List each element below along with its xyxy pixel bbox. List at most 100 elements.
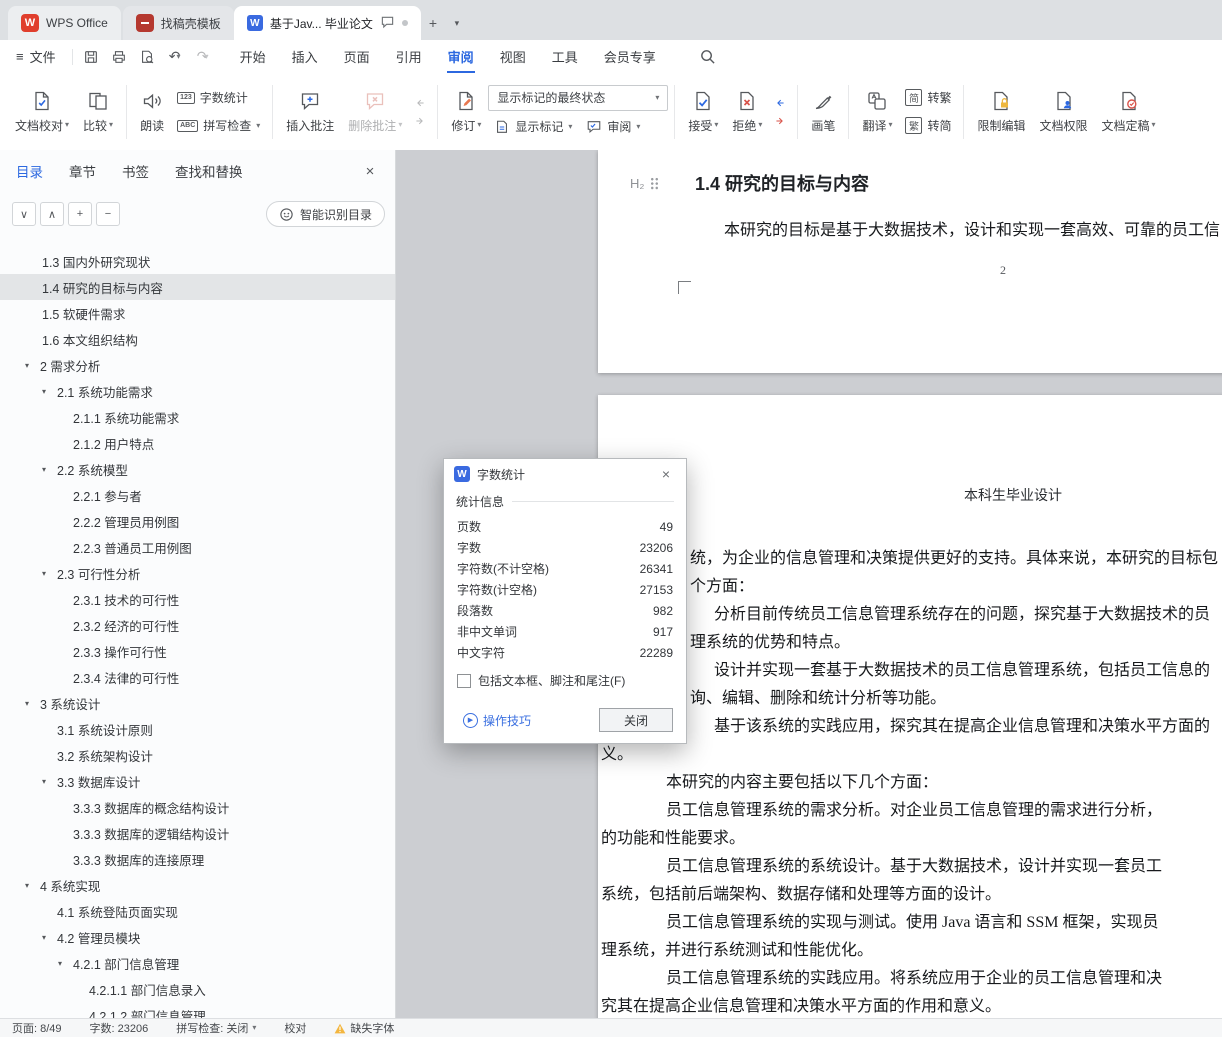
toc-item[interactable]: ▾ 2.3 可行性分析 xyxy=(0,560,395,586)
expand-all-button[interactable]: ∨ xyxy=(12,202,36,226)
toc-item[interactable]: ▾ 3.3 数据库设计 xyxy=(0,768,395,794)
status-proofread[interactable]: 校对 xyxy=(284,1020,306,1036)
print-button[interactable] xyxy=(105,45,133,69)
sidebar-tab-2[interactable]: 书签 xyxy=(122,161,149,181)
word-count-button[interactable]: 123 字数统计 xyxy=(171,86,266,110)
toc-item[interactable]: 4.1 系统登陆页面实现 xyxy=(0,898,395,924)
menu-tab-1[interactable]: 插入 xyxy=(279,40,331,73)
toc-collapse-arrow-icon[interactable]: ▾ xyxy=(25,872,29,898)
toc-item[interactable]: ▾ 4 系统实现 xyxy=(0,872,395,898)
heading-level-tag[interactable]: H₂ xyxy=(630,176,660,191)
toc-item[interactable]: 3.3.3 数据库的连接原理 xyxy=(0,846,395,872)
review-mode-button[interactable]: 审阅 ▾ xyxy=(580,115,646,139)
zoom-in-level-button[interactable]: + xyxy=(68,202,92,226)
toc-item[interactable]: ▾ 3 系统设计 xyxy=(0,690,395,716)
read-aloud-button[interactable]: 朗读 xyxy=(133,80,171,144)
new-tab-button[interactable]: + xyxy=(421,11,445,35)
toc-item[interactable]: 4.2.1.2 部门信息管理 xyxy=(0,1002,395,1020)
previous-revision-button[interactable] xyxy=(769,96,791,110)
toc-collapse-arrow-icon[interactable]: ▾ xyxy=(42,378,46,404)
next-revision-button[interactable] xyxy=(769,114,791,128)
tab-list-dropdown-button[interactable]: ▾ xyxy=(445,11,469,35)
pen-button[interactable]: 画笔 xyxy=(804,80,842,144)
toc-item[interactable]: 2.1.2 用户特点 xyxy=(0,430,395,456)
toc-item[interactable]: 2.3.3 操作可行性 xyxy=(0,638,395,664)
accept-button[interactable]: 接受 ▾ xyxy=(681,80,725,144)
show-markup-button[interactable]: 显示标记 ▾ xyxy=(488,115,578,139)
toc-item[interactable]: ▾ 4.2 管理员模块 xyxy=(0,924,395,950)
toc-item[interactable]: 3.1 系统设计原则 xyxy=(0,716,395,742)
close-sidebar-button[interactable]: × xyxy=(359,160,381,182)
doc-permission-button[interactable]: 文档权限 xyxy=(1033,80,1095,144)
toc-collapse-arrow-icon[interactable]: ▾ xyxy=(25,352,29,378)
redo-button[interactable]: ↷ ▾ xyxy=(189,45,217,69)
next-comment-button[interactable] xyxy=(409,114,431,128)
sidebar-tab-3[interactable]: 查找和替换 xyxy=(175,161,243,181)
toc-item[interactable]: 2.2.1 参与者 xyxy=(0,482,395,508)
to-traditional-button[interactable]: 简 转繁 xyxy=(899,86,957,110)
tab-template-doc[interactable]: 找稿壳模板 xyxy=(122,6,234,40)
dialog-close-icon[interactable]: × xyxy=(656,464,676,484)
sidebar-tab-1[interactable]: 章节 xyxy=(69,161,96,181)
spell-check-button[interactable]: ABC 拼写检查 ▾ xyxy=(171,114,266,138)
toc-item[interactable]: 2.2.2 管理员用例图 xyxy=(0,508,395,534)
dialog-title-bar[interactable]: W 字数统计 × xyxy=(444,459,686,489)
save-button[interactable] xyxy=(77,45,105,69)
toc-item[interactable]: 2.2.3 普通员工用例图 xyxy=(0,534,395,560)
menu-tab-3[interactable]: 引用 xyxy=(383,40,435,73)
toc-item[interactable]: 2.1.1 系统功能需求 xyxy=(0,404,395,430)
translate-button[interactable]: 翻译 ▾ xyxy=(855,80,899,144)
toc-collapse-arrow-icon[interactable]: ▾ xyxy=(42,560,46,586)
comment-bubble-icon[interactable] xyxy=(380,15,395,32)
reject-button[interactable]: 拒绝 ▾ xyxy=(725,80,769,144)
status-spellcheck[interactable]: 拼写检查: 关闭 ▾ xyxy=(176,1020,256,1036)
to-simplified-button[interactable]: 繁 转简 xyxy=(899,114,957,138)
markup-state-select[interactable]: 显示标记的最终状态 ▾ xyxy=(488,84,669,111)
doc-finalize-button[interactable]: 文档定稿 ▾ xyxy=(1095,80,1163,144)
toc-item[interactable]: ▾ 2.2 系统模型 xyxy=(0,456,395,482)
smart-toc-button[interactable]: 智能识别目录 xyxy=(265,201,385,227)
toc-item[interactable]: 3.3.3 数据库的概念结构设计 xyxy=(0,794,395,820)
delete-comment-button[interactable]: 删除批注 ▾ xyxy=(341,80,409,144)
file-menu[interactable]: ≡ 文件 xyxy=(0,47,68,66)
toc-item[interactable]: 1.4 研究的目标与内容 xyxy=(0,274,395,300)
toc-collapse-arrow-icon[interactable]: ▾ xyxy=(42,924,46,950)
toc-collapse-arrow-icon[interactable]: ▾ xyxy=(42,456,46,482)
toc-item[interactable]: 3.3.3 数据库的逻辑结构设计 xyxy=(0,820,395,846)
menu-tab-6[interactable]: 工具 xyxy=(539,40,591,73)
tab-wps-home[interactable]: W WPS Office xyxy=(8,6,121,40)
menu-tab-0[interactable]: 开始 xyxy=(227,40,279,73)
toc-item[interactable]: ▾ 4.2.1 部门信息管理 xyxy=(0,950,395,976)
tips-link[interactable]: ▶ 操作技巧 xyxy=(457,711,537,730)
menu-tab-2[interactable]: 页面 xyxy=(331,40,383,73)
toc-item[interactable]: 1.6 本文组织结构 xyxy=(0,326,395,352)
include-footnotes-checkbox[interactable] xyxy=(457,673,471,688)
status-missing-font[interactable]: 缺失字体 xyxy=(334,1020,394,1036)
toc-item[interactable]: 2.3.4 法律的可行性 xyxy=(0,664,395,690)
menu-tab-5[interactable]: 视图 xyxy=(487,40,539,73)
compare-button[interactable]: 比较 ▾ xyxy=(76,80,120,144)
toc-collapse-arrow-icon[interactable]: ▾ xyxy=(42,768,46,794)
toc-item[interactable]: 3.2 系统架构设计 xyxy=(0,742,395,768)
toc-item[interactable]: 2.3.1 技术的可行性 xyxy=(0,586,395,612)
zoom-out-level-button[interactable]: − xyxy=(96,202,120,226)
menu-tab-7[interactable]: 会员专享 xyxy=(591,40,669,73)
sidebar-tab-0[interactable]: 目录 xyxy=(16,161,43,181)
menu-tab-4[interactable]: 审阅 xyxy=(435,40,487,73)
tab-active-document[interactable]: W 基于Jav... 毕业论文 xyxy=(233,6,421,40)
drag-handle-icon[interactable] xyxy=(650,177,660,190)
toc-item[interactable]: 2.3.2 经济的可行性 xyxy=(0,612,395,638)
insert-comment-button[interactable]: 插入批注 xyxy=(279,80,341,144)
toc-collapse-arrow-icon[interactable]: ▾ xyxy=(25,690,29,716)
previous-comment-button[interactable] xyxy=(409,96,431,110)
status-word-count[interactable]: 字数: 23206 xyxy=(90,1020,149,1036)
toc-item[interactable]: 4.2.1.1 部门信息录入 xyxy=(0,976,395,1002)
document-page-3[interactable]: 本科生毕业设计 统，为企业的信息管理和决策提供更好的支持。具体来说，本研究的目标… xyxy=(598,395,1222,1019)
close-dialog-button[interactable]: 关闭 xyxy=(599,708,673,732)
restrict-editing-button[interactable]: 限制编辑 xyxy=(970,80,1032,144)
toc-collapse-arrow-icon[interactable]: ▾ xyxy=(58,950,62,976)
search-button[interactable] xyxy=(693,47,722,66)
print-preview-button[interactable] xyxy=(133,45,161,69)
toc-item[interactable]: 1.5 软硬件需求 xyxy=(0,300,395,326)
document-page-2[interactable]: H₂ 1.4 研究的目标与内容 本研究的目标是基于大数据技术，设计和实现一套高效… xyxy=(598,150,1222,373)
